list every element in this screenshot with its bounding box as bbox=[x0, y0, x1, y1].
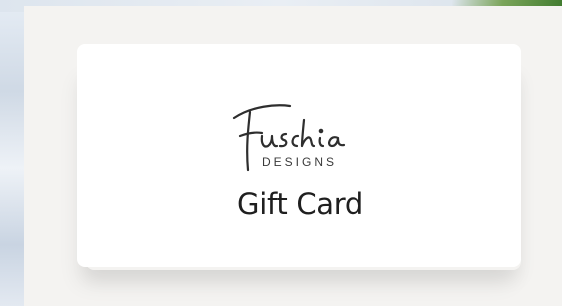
gift-card-title: Gift Card bbox=[237, 187, 363, 221]
brand-subtitle: DESIGNS bbox=[262, 155, 338, 169]
